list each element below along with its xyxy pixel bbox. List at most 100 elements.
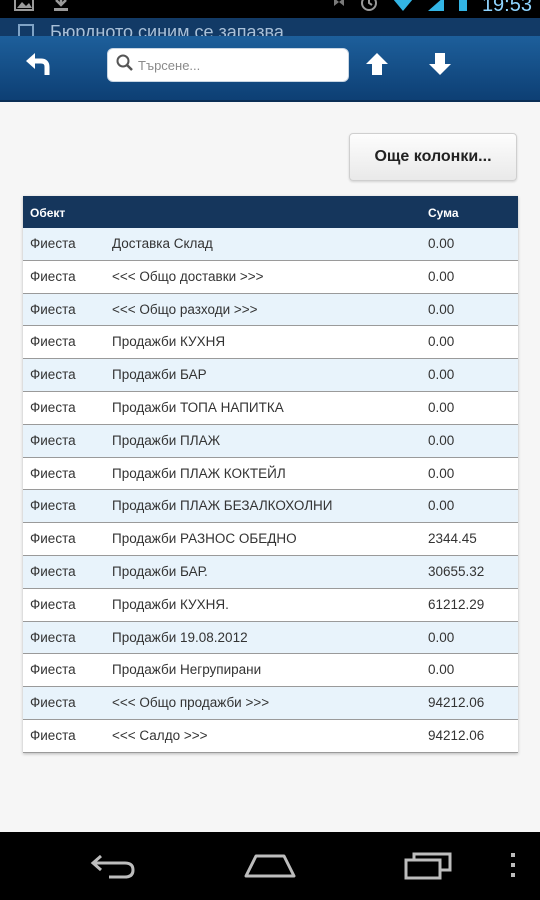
cell-description: Продажби ПЛАЖ БЕЗАЛКОХОЛНИ (112, 498, 333, 514)
cell-description: Продажби ПЛАЖ (112, 432, 221, 448)
arrow-up-icon (364, 51, 390, 82)
table-row[interactable]: Фиеста Доставка Склад 0.00 (23, 228, 518, 261)
cell-object: Фиеста (30, 301, 76, 317)
nav-back-button[interactable] (86, 850, 142, 884)
back-icon (23, 49, 53, 84)
navigation-bar (0, 832, 540, 900)
cell-description: Продажби БАР (112, 367, 207, 383)
cell-object: Фиеста (30, 563, 76, 579)
search-icon (108, 54, 134, 77)
cell-sum: 0.00 (428, 629, 455, 645)
cell-description: <<< Общо продажби >>> (112, 695, 270, 711)
battery-icon (458, 0, 468, 14)
status-system-icons: 19:53 (332, 0, 532, 17)
notification-text: Бюрдното синим се запазва (50, 22, 284, 36)
table-row[interactable]: Фиеста Продажби 19.08.2012 0.00 (23, 621, 518, 655)
dropbox-icon (332, 0, 346, 15)
table-row[interactable]: Фиеста Продажби ТОПА НАПИТКА 0.00 (23, 391, 518, 425)
table-row[interactable]: Фиеста Продажби КУХНЯ. 61212.29 (23, 588, 518, 622)
cell-description: <<< Общо разходи >>> (112, 301, 258, 317)
nav-home-button[interactable] (240, 850, 300, 884)
cell-description: Продажби 19.08.2012 (112, 629, 248, 645)
cell-description: Продажби ТОПА НАПИТКА (112, 399, 284, 415)
next-button[interactable] (420, 46, 460, 86)
cell-object: Фиеста (30, 399, 76, 415)
cell-object: Фиеста (30, 629, 76, 645)
status-bar: 19:53 (0, 0, 540, 18)
toolbar (0, 36, 540, 102)
image-icon (14, 0, 34, 15)
overflow-menu-button[interactable] (503, 850, 523, 884)
cell-sum: 0.00 (428, 465, 455, 481)
search-box[interactable] (107, 48, 349, 82)
back-button[interactable] (18, 46, 58, 86)
cell-description: Продажби РАЗНОС ОБЕДНО (112, 531, 297, 547)
cell-object: Фиеста (30, 236, 76, 251)
column-header-sum: Сума (428, 206, 459, 220)
table-row[interactable]: Фиеста <<< Общо продажби >>> 94212.06 (23, 687, 518, 720)
cell-sum: 0.00 (428, 334, 455, 350)
cell-sum: 2344.45 (428, 531, 477, 547)
table-row[interactable]: Фиеста Продажби КУХНЯ 0.00 (23, 326, 518, 360)
cell-sum: 0.00 (428, 367, 455, 383)
notification-checkbox-icon (18, 24, 34, 36)
nav-recent-apps-button[interactable] (400, 850, 456, 884)
cell-description: <<< Салдо >>> (112, 727, 208, 743)
cell-sum: 0.00 (428, 236, 455, 251)
cell-object: Фиеста (30, 268, 76, 284)
previous-button[interactable] (357, 46, 397, 86)
table-row[interactable]: Фиеста <<< Общо доставки >>> 0.00 (23, 260, 518, 294)
more-columns-button[interactable]: Още колонки... (349, 133, 517, 181)
notification-peek: Бюрдното синим се запазва (0, 18, 540, 36)
table-row[interactable]: Фиеста Продажби ПЛАЖ КОКТЕЙЛ 0.00 (23, 457, 518, 491)
cell-sum: 0.00 (428, 498, 455, 514)
search-input[interactable] (134, 57, 348, 73)
cell-sum: 94212.06 (428, 727, 485, 743)
nav-home-icon (242, 850, 298, 885)
cell-description: Продажби ПЛАЖ КОКТЕЙЛ (112, 465, 286, 481)
table-row[interactable]: Фиеста Продажби БАР. 30655.32 (23, 555, 518, 589)
cell-sum: 0.00 (428, 662, 455, 678)
cell-sum: 0.00 (428, 301, 455, 317)
column-header-object: Обект (30, 206, 66, 220)
cell-description: Продажби Негрупирани (112, 662, 262, 678)
arrow-down-icon (427, 51, 453, 82)
cell-object: Фиеста (30, 432, 76, 448)
cell-sum: 30655.32 (428, 563, 485, 579)
cell-object: Фиеста (30, 367, 76, 383)
table-row[interactable]: Фиеста Продажби РАЗНОС ОБЕДНО 2344.45 (23, 523, 518, 556)
cell-sum: 0.00 (428, 432, 455, 448)
alarm-icon (360, 0, 378, 16)
table-row[interactable]: Фиеста <<< Общо разходи >>> 0.00 (23, 293, 518, 327)
table-row[interactable]: Фиеста <<< Салдо >>> 94212.06 (23, 719, 518, 753)
cell-object: Фиеста (30, 334, 76, 350)
cell-object: Фиеста (30, 465, 76, 481)
table-row[interactable]: Фиеста Продажби ПЛАЖ БЕЗАЛКОХОЛНИ 0.00 (23, 490, 518, 524)
signal-icon (427, 0, 444, 14)
cell-object: Фиеста (30, 596, 76, 612)
cell-object: Фиеста (30, 727, 76, 743)
cell-sum: 0.00 (428, 399, 455, 415)
cell-description: Продажби БАР. (112, 563, 208, 579)
cell-object: Фиеста (30, 695, 76, 711)
report-table: Обект Сума Фиеста Доставка Склад 0.00 Фиест… (23, 196, 518, 753)
wifi-icon (392, 0, 414, 14)
table-row[interactable]: Фиеста Продажби ПЛАЖ 0.00 (23, 424, 518, 458)
cell-object: Фиеста (30, 662, 76, 678)
cell-object: Фиеста (30, 531, 76, 547)
content-area: Още колонки... Обект Сума Фиеста Доставка… (0, 102, 540, 832)
table-row[interactable]: Фиеста Продажби БАР 0.00 (23, 359, 518, 392)
nav-recent-apps-icon (402, 850, 454, 885)
status-time: 19:53 (481, 0, 532, 16)
cell-description: Продажби КУХНЯ. (112, 596, 229, 612)
cell-sum: 0.00 (428, 268, 455, 284)
cell-description: Доставка Склад (112, 236, 213, 251)
table-body: Фиеста Доставка Склад 0.00 Фиеста <<< Общо д… (23, 228, 518, 753)
cell-object: Фиеста (30, 498, 76, 514)
status-notification-icons (14, 0, 70, 15)
overflow-menu-icon (509, 852, 517, 883)
table-row[interactable]: Фиеста Продажби Негрупирани 0.00 (23, 654, 518, 688)
cell-description: <<< Общо доставки >>> (112, 268, 264, 284)
nav-back-icon (89, 850, 139, 885)
cell-sum: 94212.06 (428, 695, 485, 711)
